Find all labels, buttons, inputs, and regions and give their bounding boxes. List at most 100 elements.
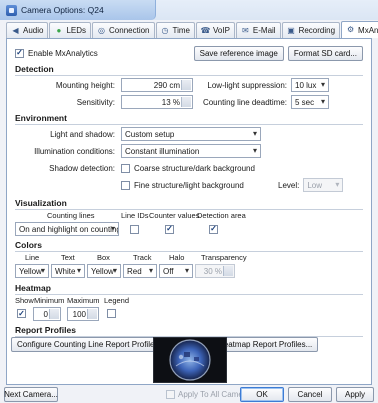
- recorder-icon: ▣: [287, 25, 295, 35]
- colors-box-column-label: Box: [97, 253, 110, 262]
- colors-box-select[interactable]: Yellow: [87, 264, 121, 278]
- dialog-footer: Next Camera... Apply To All Cameras OK C…: [0, 386, 378, 403]
- mounting-height-row: Mounting height: 290 cm Low-light suppre…: [15, 77, 363, 93]
- tab-label: E-Mail: [252, 26, 276, 35]
- level-select[interactable]: Low: [303, 178, 344, 192]
- counting-lines-select[interactable]: On and highlight on counting: [15, 222, 119, 236]
- line-ids-checkbox[interactable]: [130, 224, 139, 234]
- heatmap-header: Heatmap: [15, 283, 363, 295]
- coarse-structure-checkbox[interactable]: [121, 163, 130, 173]
- counting-line-deadtime-select[interactable]: 5 sec: [291, 95, 329, 109]
- illumination-select[interactable]: Constant illumination: [121, 144, 261, 158]
- tab-label: MxAnalytics: [358, 25, 378, 35]
- report-profiles-header: Report Profiles: [15, 325, 363, 337]
- enable-row: Enable MxAnalytics Save reference image …: [15, 45, 363, 61]
- speaker-icon: ◀: [12, 25, 19, 35]
- visualization-header: Visualization: [15, 198, 363, 210]
- phone-icon: ☎: [200, 25, 211, 35]
- heatmap-maximum-column-label: Maximum: [67, 296, 100, 305]
- fine-structure-row: Fine structure/light background Level: L…: [15, 177, 363, 193]
- tab-strip: ◀ Audio ● LEDs ◎ Connection ◷ Time ☎ VoIP ✉ E-Mail ▣…: [6, 21, 378, 38]
- colors-line-select[interactable]: Yellow: [15, 264, 49, 278]
- tab-mxanalytics[interactable]: ⚙MxAnalytics: [341, 21, 378, 38]
- light-shadow-label: Light and shadow:: [50, 129, 115, 139]
- tab-label: Recording: [298, 26, 336, 35]
- enable-mxanalytics-label: Enable MxAnalytics: [28, 48, 98, 58]
- heatmap-show-column-label: Show: [15, 296, 34, 305]
- colors-transparency-column-label: Transparency: [201, 253, 247, 262]
- enable-mxanalytics-checkbox[interactable]: [15, 48, 24, 58]
- colors-line-column-label: Line: [25, 253, 40, 262]
- tab-label: VoIP: [213, 26, 230, 35]
- fine-structure-label: Fine structure/light background: [134, 180, 244, 190]
- analytics-icon: ⚙: [346, 25, 355, 34]
- title-tab: Camera Options: Q24: [0, 0, 156, 20]
- mounting-height-label: Mounting height:: [55, 80, 115, 90]
- colors-text-column-label: Text: [61, 253, 75, 262]
- tab-connection[interactable]: ◎ Connection: [92, 22, 155, 38]
- mxanalytics-panel: Enable MxAnalytics Save reference image …: [6, 38, 372, 385]
- tab-label: LEDs: [66, 26, 87, 35]
- sensitivity-row: Sensitivity: 13 % Counting line deadtime…: [15, 94, 363, 110]
- tab-voip[interactable]: ☎ VoIP: [196, 22, 235, 38]
- heatmap-legend-checkbox[interactable]: [107, 309, 116, 318]
- tab-audio[interactable]: ◀ Audio: [6, 22, 49, 38]
- ok-button[interactable]: OK: [240, 387, 284, 402]
- illumination-row: Illumination conditions: Constant illumi…: [15, 143, 363, 159]
- tab-recording[interactable]: ▣ Recording: [281, 22, 341, 38]
- illumination-label: Illumination conditions:: [34, 146, 115, 156]
- detection-area-column-label: Detection area: [197, 211, 246, 220]
- sensitivity-spinbox[interactable]: 13 %: [121, 95, 193, 109]
- lowlight-suppression-select[interactable]: 10 lux: [291, 78, 329, 92]
- next-camera-button[interactable]: Next Camera...: [4, 387, 58, 402]
- heatmap-minimum-spinbox[interactable]: 0: [33, 307, 61, 321]
- tab-label: Time: [172, 26, 190, 35]
- clock-icon: ◷: [161, 25, 169, 35]
- apply-to-all-checkbox[interactable]: [166, 390, 175, 399]
- colors-halo-column-label: Halo: [169, 253, 185, 262]
- counter-values-column-label: Counter values: [149, 211, 200, 220]
- lowlight-suppression-label: Low-light suppression:: [207, 80, 287, 90]
- detection-header: Detection: [15, 64, 363, 76]
- light-shadow-select[interactable]: Custom setup: [121, 127, 261, 141]
- heatmap-show-checkbox[interactable]: [17, 309, 26, 318]
- shadow-detection-label: Shadow detection:: [49, 163, 115, 173]
- colors-transparency-spinbox[interactable]: 30 %: [195, 264, 235, 278]
- title-bar: Camera Options: Q24: [0, 0, 378, 20]
- colors-text-select[interactable]: White: [51, 264, 85, 278]
- light-shadow-row: Light and shadow: Custom setup: [15, 126, 363, 142]
- tab-e-mail[interactable]: ✉ E-Mail: [235, 22, 281, 38]
- level-label: Level:: [278, 180, 300, 190]
- tab-leds[interactable]: ● LEDs: [49, 22, 92, 38]
- line-ids-column-label: Line IDs: [121, 211, 149, 220]
- camera-preview-image: [154, 338, 226, 382]
- led-icon: ●: [56, 25, 62, 35]
- camera-preview: [153, 337, 227, 383]
- tab-label: Audio: [23, 26, 44, 35]
- save-reference-image-button[interactable]: Save reference image: [193, 45, 284, 61]
- heatmap-minimum-column-label: Minimum: [34, 296, 65, 305]
- app-icon: [6, 4, 17, 16]
- apply-button[interactable]: Apply: [336, 387, 374, 402]
- detection-area-checkbox[interactable]: [209, 224, 218, 234]
- cancel-button[interactable]: Cancel: [288, 387, 332, 402]
- tab-time[interactable]: ◷ Time: [155, 22, 195, 38]
- sensitivity-label: Sensitivity:: [76, 97, 115, 107]
- counter-values-checkbox[interactable]: [165, 224, 174, 234]
- coarse-structure-label: Coarse structure/dark background: [134, 163, 255, 173]
- colors-halo-select[interactable]: Off: [159, 264, 193, 278]
- tab-label: Connection: [109, 26, 150, 35]
- colors-header: Colors: [15, 240, 363, 252]
- window-title: Camera Options: Q24: [21, 5, 104, 15]
- visualization-row: On and highlight on counting: [15, 221, 363, 237]
- fine-structure-checkbox[interactable]: [121, 180, 130, 190]
- camera-options-dialog: Camera Options: Q24 ◀ Audio ● LEDs ◎ Connecti…: [0, 0, 378, 403]
- mounting-height-spinbox[interactable]: 290 cm: [121, 78, 193, 92]
- heatmap-maximum-spinbox[interactable]: 100: [67, 307, 99, 321]
- format-sd-card-button[interactable]: Format SD card...: [287, 45, 363, 61]
- globe-icon: ◎: [98, 25, 106, 35]
- configure-counting-line-reports-button[interactable]: Configure Counting Line Report Profiles.…: [11, 337, 172, 352]
- environment-header: Environment: [15, 113, 363, 125]
- colors-track-select[interactable]: Red: [123, 264, 157, 278]
- counting-lines-column-label: Counting lines: [47, 211, 95, 220]
